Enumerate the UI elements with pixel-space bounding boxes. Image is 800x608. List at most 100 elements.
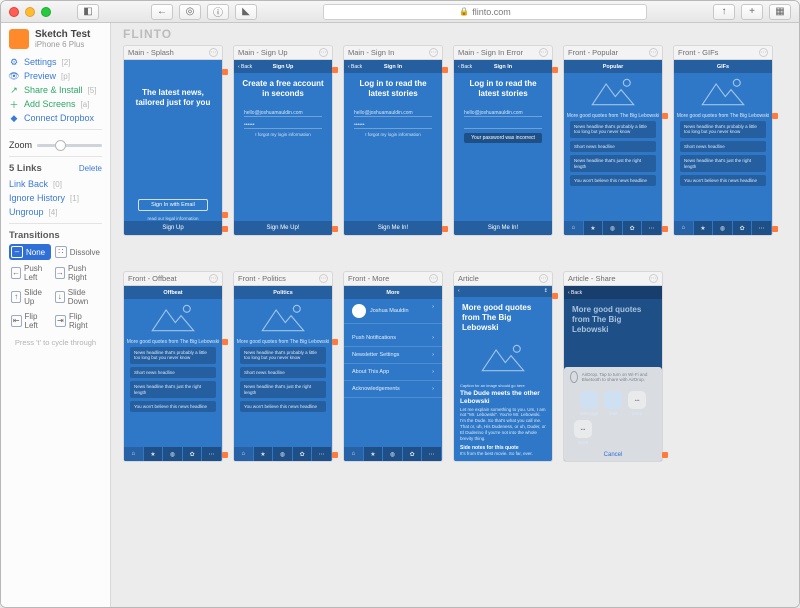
gear-icon[interactable]: ⋯	[649, 274, 658, 283]
tab-star-icon[interactable]: ★	[254, 447, 274, 461]
list-item[interactable]: You won't believe this news headline	[570, 175, 656, 186]
link-dot[interactable]	[442, 226, 448, 232]
cancel-button[interactable]: Cancel	[564, 449, 662, 461]
transition-flip-right[interactable]: ⇥Flip Right	[53, 310, 102, 332]
link-dot[interactable]	[222, 226, 228, 232]
share-icon[interactable]: ↥	[528, 288, 548, 294]
sidebar-toggle-button[interactable]: ◧	[77, 4, 99, 20]
email-field[interactable]: hello@joshuamauldin.com	[354, 109, 432, 117]
gear-icon[interactable]: ⋯	[649, 48, 658, 57]
list-item[interactable]: Short news headline	[570, 141, 656, 152]
sidebar-item-preview[interactable]: 👁Preview[p]	[9, 71, 102, 81]
transition-none[interactable]: –None	[9, 244, 51, 260]
password-field[interactable]: ••••••	[244, 121, 322, 129]
project-header[interactable]: Sketch Test iPhone 6 Plus	[9, 29, 102, 49]
link-dot[interactable]	[772, 113, 778, 119]
list-item[interactable]: News headline that's probably a little t…	[570, 121, 656, 138]
transition-slide-up[interactable]: ↑Slide Up	[9, 286, 51, 308]
gear-icon[interactable]: ⋯	[209, 48, 218, 57]
tab-star-icon[interactable]: ★	[144, 447, 164, 461]
tab-home-icon[interactable]: ⌂	[124, 447, 144, 461]
link-dot[interactable]	[332, 226, 338, 232]
link-dot[interactable]	[662, 452, 668, 458]
address-bar[interactable]: 🔒flinto.com	[323, 4, 647, 20]
link-dot[interactable]	[332, 452, 338, 458]
list-item[interactable]: You won't believe this news headline	[680, 175, 766, 186]
gear-icon[interactable]: ⋯	[319, 48, 328, 57]
sign-in-email-button[interactable]: Sign In with Email	[138, 199, 208, 211]
sign-me-in-button[interactable]: Sign Me In!	[344, 221, 442, 235]
screen-card-sign-up[interactable]: Main - Sign Up⋯ ‹ BackSign Up Create a f…	[233, 45, 333, 236]
settings-row[interactable]: Acknowledgements›	[344, 381, 442, 398]
list-item[interactable]: News headline that's just the right leng…	[570, 155, 656, 172]
link-dot[interactable]	[332, 339, 338, 345]
sign-up-footer-button[interactable]: Sign Up	[124, 221, 222, 235]
list-item[interactable]: Short news headline	[680, 141, 766, 152]
transition-push-left[interactable]: ←Push Left	[9, 262, 51, 284]
close-traffic-light[interactable]	[9, 7, 19, 17]
nav-pocket-button[interactable]: ◣	[235, 4, 257, 20]
screen-card-article-share[interactable]: Article - Share⋯ ‹ Back More good quotes…	[563, 271, 663, 462]
gear-icon[interactable]: ⋯	[539, 274, 548, 283]
tab-more-icon[interactable]: ⋯	[752, 221, 772, 235]
sidebar-item-settings[interactable]: ⚙Settings[2]	[9, 57, 102, 67]
list-item[interactable]: News headline that's just the right leng…	[130, 381, 216, 398]
gear-icon[interactable]: ⋯	[429, 48, 438, 57]
screen-card-article[interactable]: Article⋯ ‹↥ More good quotes from The Bi…	[453, 271, 553, 462]
list-item[interactable]: You won't believe this news headline	[240, 401, 326, 412]
tab-star-icon[interactable]: ★	[584, 221, 604, 235]
link-dot[interactable]	[552, 67, 558, 73]
sign-me-up-button[interactable]: Sign Me Up!	[234, 221, 332, 235]
settings-row[interactable]: Newsletter Settings›	[344, 347, 442, 364]
list-item[interactable]: News headline that's probably a little t…	[130, 347, 216, 364]
tab-chat-icon[interactable]: ✿	[733, 221, 753, 235]
tab-home-icon[interactable]: ⌂	[674, 221, 694, 235]
zoom-traffic-light[interactable]	[41, 7, 51, 17]
tab-chat-icon[interactable]: ✿	[623, 221, 643, 235]
zoom-knob[interactable]	[55, 140, 66, 151]
tab-globe-icon[interactable]: ◍	[603, 221, 623, 235]
link-dot[interactable]	[222, 69, 228, 75]
sidebar-item-dropbox[interactable]: ◆Connect Dropbox	[9, 113, 102, 123]
list-item[interactable]: Short news headline	[130, 367, 216, 378]
transition-dissolve[interactable]: ∷Dissolve	[53, 244, 102, 260]
screen-card-gifs[interactable]: Front - GIFs⋯ GIFs More good quotes from…	[673, 45, 773, 236]
link-dot[interactable]	[222, 212, 228, 218]
password-field[interactable]: ••••••	[354, 121, 432, 129]
link-dot[interactable]	[442, 67, 448, 73]
ignore-history-button[interactable]: Ignore History[1]	[9, 193, 102, 203]
screen-card-politics[interactable]: Front - Politics⋯ Politics More good quo…	[233, 271, 333, 462]
list-item[interactable]: News headline that's probably a little t…	[240, 347, 326, 364]
tab-more-icon[interactable]: ⋯	[202, 447, 222, 461]
nav-target-button[interactable]: ◎	[179, 4, 201, 20]
tab-more-icon[interactable]: ⋯	[642, 221, 662, 235]
tab-chat-icon[interactable]: ✿	[293, 447, 313, 461]
screen-card-splash[interactable]: Main - Splash⋯ The latest news, tailored…	[123, 45, 223, 236]
tab-chat-icon[interactable]: ✿	[183, 447, 203, 461]
nav-back-button[interactable]: ←	[151, 4, 173, 20]
password-field[interactable]	[464, 121, 542, 129]
transition-flip-left[interactable]: ⇤Flip Left	[9, 310, 51, 332]
email-field[interactable]: hello@joshuamauldin.com	[464, 109, 542, 117]
link-back-button[interactable]: Link Back[0]	[9, 179, 102, 189]
share-row2-more[interactable]: •••More	[574, 420, 592, 445]
screen-card-offbeat[interactable]: Front - Offbeat⋯ Offbeat More good quote…	[123, 271, 223, 462]
link-dot[interactable]	[772, 226, 778, 232]
screen-card-sign-in-error[interactable]: Main - Sign In Error⋯ ‹ BackSign In Log …	[453, 45, 553, 236]
share-mail[interactable]: Mail	[604, 391, 622, 416]
share-more[interactable]: •••More	[628, 391, 646, 416]
add-tab-button[interactable]: +	[741, 4, 763, 20]
share-message[interactable]: Message	[580, 391, 598, 416]
link-dot[interactable]	[552, 293, 558, 299]
user-row[interactable]: Joshua Mauldin›	[344, 299, 442, 324]
sidebar-item-share[interactable]: ↗Share & Install[5]	[9, 85, 102, 95]
tabs-button[interactable]: ▦	[769, 4, 791, 20]
minimize-traffic-light[interactable]	[25, 7, 35, 17]
link-dot[interactable]	[332, 67, 338, 73]
gear-icon[interactable]: ⋯	[209, 274, 218, 283]
screen-card-popular[interactable]: Front - Popular⋯ Popular More good quote…	[563, 45, 663, 236]
screen-card-more[interactable]: Front - More⋯ More Joshua Mauldin› Push …	[343, 271, 443, 462]
list-item[interactable]: News headline that's just the right leng…	[680, 155, 766, 172]
list-item[interactable]: News headline that's probably a little t…	[680, 121, 766, 138]
email-field[interactable]: hello@joshuamauldin.com	[244, 109, 322, 117]
